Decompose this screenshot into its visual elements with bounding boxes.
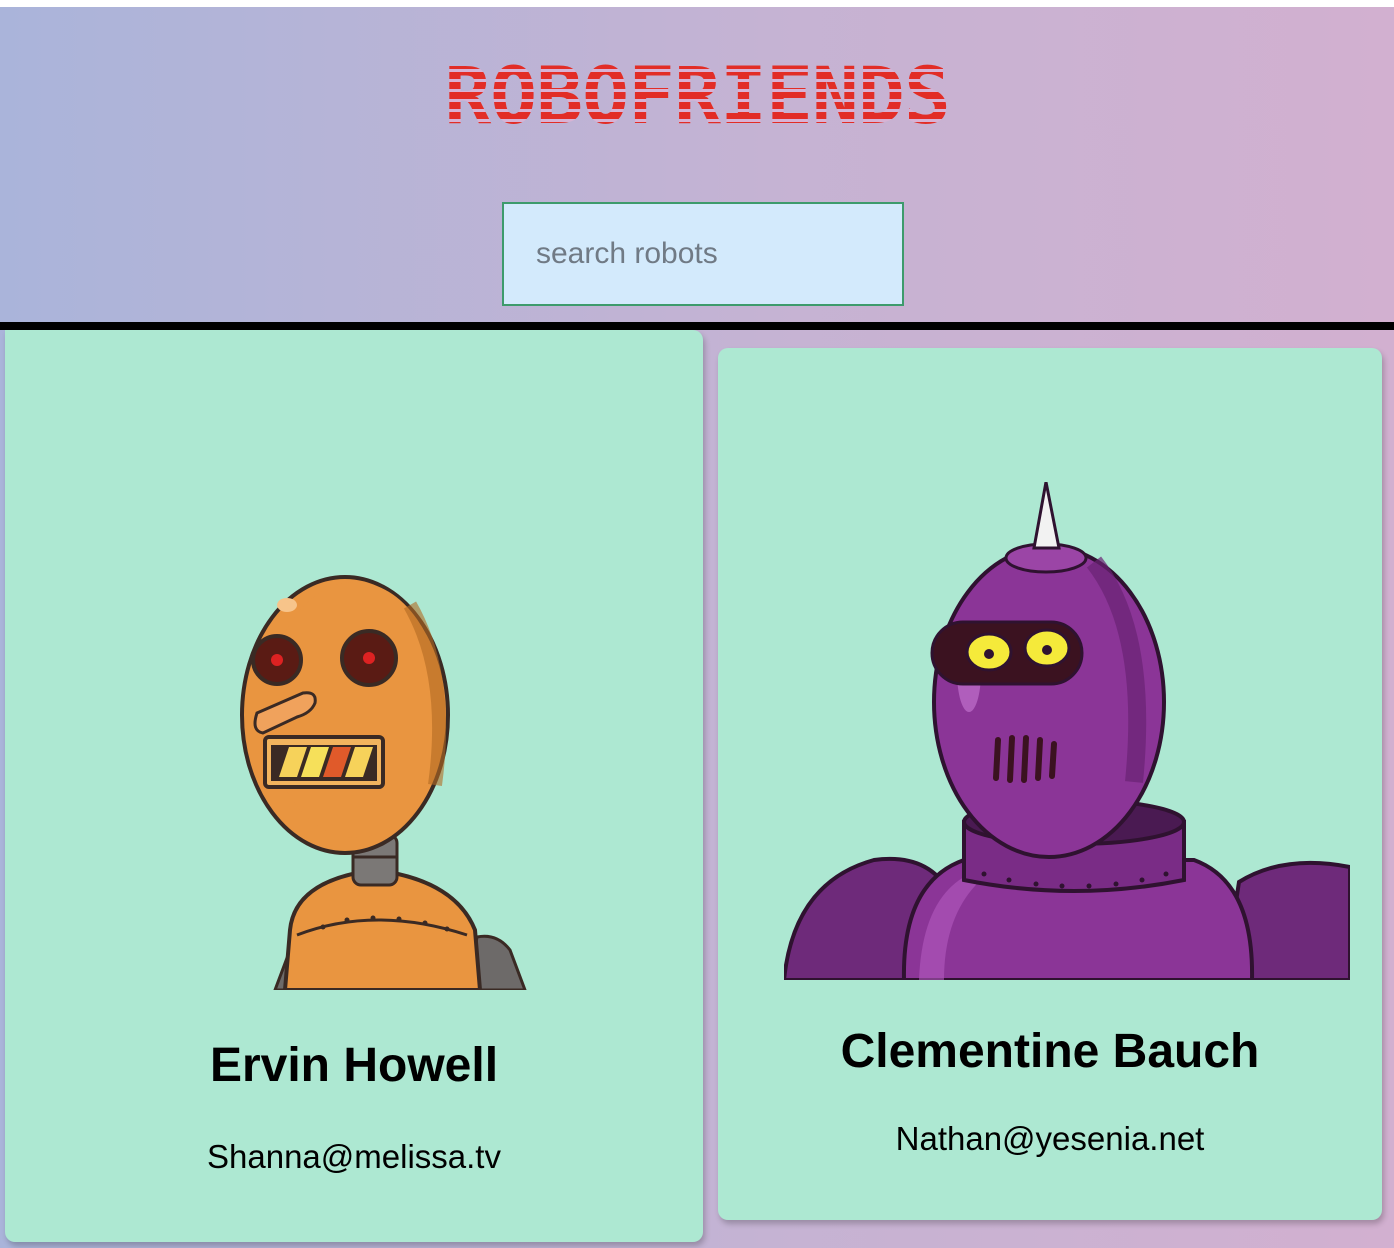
orange-robot-avatar-icon xyxy=(240,575,527,990)
robot-name: Ervin Howell xyxy=(209,1039,499,1092)
window-top-strip xyxy=(0,0,1394,7)
page-header: ROBOFRIENDS xyxy=(0,7,1394,322)
purple-robot-avatar-icon xyxy=(784,482,1350,980)
robot-name: Clementine Bauch xyxy=(840,1025,1260,1078)
app-title: ROBOFRIENDS xyxy=(0,52,1394,142)
app-title-text: ROBOFRIENDS xyxy=(444,52,951,142)
header-divider xyxy=(0,322,1394,330)
robot-email: Shanna@melissa.tv xyxy=(207,1138,501,1175)
robot-card[interactable]: Clementine Bauch Nathan@yesenia.net xyxy=(718,348,1382,1220)
robot-email: Nathan@yesenia.net xyxy=(895,1120,1205,1157)
search-input[interactable] xyxy=(502,202,904,306)
robot-card[interactable]: Ervin Howell Shanna@melissa.tv xyxy=(5,330,703,1242)
